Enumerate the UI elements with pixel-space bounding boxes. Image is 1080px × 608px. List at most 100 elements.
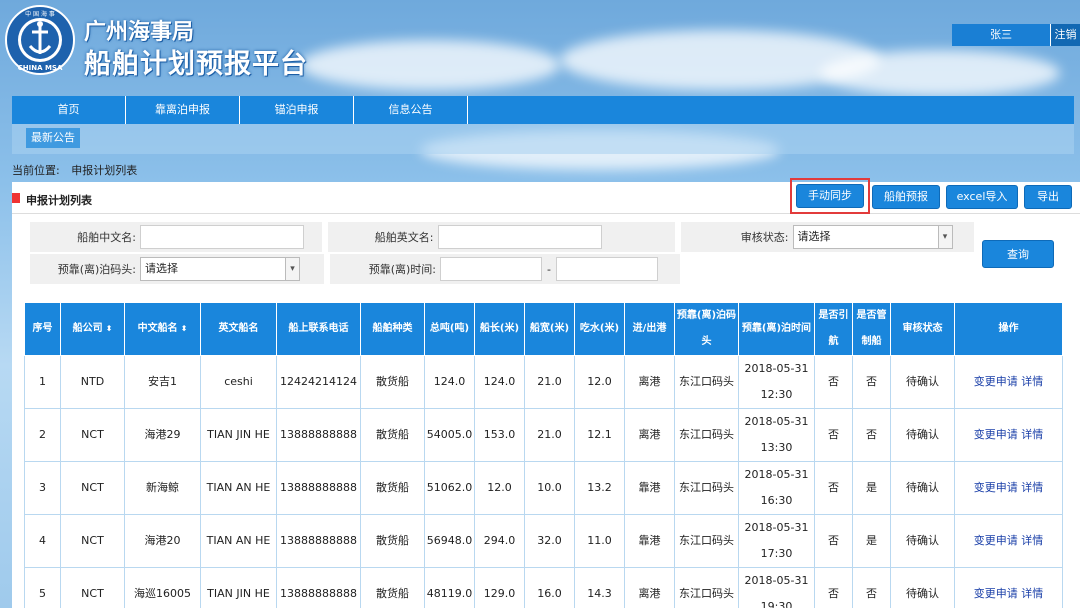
column-header[interactable]: 中文船名 ⬍: [124, 302, 201, 356]
brand-line2: 船舶计划预报平台: [84, 49, 308, 80]
chevron-down-icon: ▾: [937, 226, 952, 248]
column-header-label: 总吨(吨): [429, 323, 470, 334]
cell-phone: 13888888888: [276, 408, 361, 462]
cn-name-input[interactable]: [140, 225, 304, 249]
detail-link[interactable]: 详情: [1021, 428, 1043, 441]
cell-datetime: 2018-05-31 12:30: [738, 355, 815, 409]
nav-item-anchor-declare[interactable]: 锚泊申报: [240, 96, 354, 124]
cell-no: 4: [24, 514, 61, 568]
cell-datetime: 2018-05-31 13:30: [738, 408, 815, 462]
column-header: 进/出港: [624, 302, 675, 356]
detail-link[interactable]: 详情: [1021, 587, 1043, 600]
cell-status: 待确认: [890, 355, 955, 409]
logo-bottom-text: CHINA MSA: [18, 64, 63, 72]
column-header-label: 进/出港: [632, 323, 667, 334]
cell-no: 3: [24, 461, 61, 515]
status-select[interactable]: 请选择 ▾: [792, 225, 953, 249]
column-header: 操作: [954, 302, 1063, 356]
column-header[interactable]: 船公司 ⬍: [60, 302, 125, 356]
change-request-link[interactable]: 变更申请: [974, 428, 1018, 441]
nav-item-home[interactable]: 首页: [12, 96, 126, 124]
cell-actions: 变更申请 详情: [954, 567, 1063, 608]
cell-draft: 14.3: [574, 567, 625, 608]
title-marker-icon: [12, 193, 20, 203]
cloud-decoration: [300, 40, 560, 90]
time-from-input[interactable]: [440, 257, 542, 281]
user-name[interactable]: 张三: [952, 24, 1050, 46]
column-header: 船长(米): [474, 302, 525, 356]
ship-forecast-button[interactable]: 船舶预报: [872, 185, 940, 209]
filter-berth: 预靠(离)泊码头: 请选择 ▾: [30, 254, 324, 284]
cell-tonnage: 124.0: [424, 355, 475, 409]
nav-item-announcements[interactable]: 信息公告: [354, 96, 468, 124]
table-row: 4 NCT 海港20 TIAN AN HE 13888888888 散货船 56948.0 2…: [24, 514, 1063, 568]
cell-width: 10.0: [524, 461, 575, 515]
column-header: 预靠(离)泊码头: [674, 302, 739, 356]
cell-tonnage: 56948.0: [424, 514, 475, 568]
cell-berth: 东江口码头: [674, 408, 739, 462]
cell-pilot: 否: [814, 514, 853, 568]
detail-link[interactable]: 详情: [1021, 375, 1043, 388]
berth-select[interactable]: 请选择 ▾: [140, 257, 300, 281]
detail-link[interactable]: 详情: [1021, 534, 1043, 547]
time-separator: -: [547, 262, 551, 276]
cell-no: 2: [24, 408, 61, 462]
logout-button[interactable]: 注销: [1050, 24, 1080, 46]
cell-pilot: 否: [814, 355, 853, 409]
change-request-link[interactable]: 变更申请: [974, 534, 1018, 547]
query-button[interactable]: 查询: [982, 240, 1054, 268]
column-header-label: 船长(米): [479, 323, 520, 334]
cell-cn-name: 海巡16005: [124, 567, 201, 608]
cell-date: 2018-05-31: [744, 415, 809, 428]
status-select-value: 请选择: [797, 230, 831, 243]
filter-row: 预靠(离)泊码头: 请选择 ▾ 预靠(离)时间: -: [30, 254, 980, 286]
change-request-link[interactable]: 变更申请: [974, 375, 1018, 388]
cell-length: 153.0: [474, 408, 525, 462]
cell-width: 21.0: [524, 355, 575, 409]
column-header: 是否引航: [814, 302, 853, 356]
table-header-row: 序号 船公司 ⬍ 中文船名 ⬍ 英文船名 船上联系电话 船舶种类 总吨(吨) 船长(米) 船宽(米)…: [24, 302, 1063, 356]
cell-width: 16.0: [524, 567, 575, 608]
sort-icon[interactable]: ⬍: [181, 324, 188, 333]
excel-import-button[interactable]: excel导入: [946, 185, 1018, 209]
export-button[interactable]: 导出: [1024, 185, 1072, 209]
cell-io: 离港: [624, 567, 675, 608]
detail-link[interactable]: 详情: [1021, 481, 1043, 494]
cell-control: 是: [852, 514, 891, 568]
column-header: 船上联系电话: [276, 302, 361, 356]
change-request-link[interactable]: 变更申请: [974, 587, 1018, 600]
cell-type: 散货船: [360, 408, 425, 462]
plan-table: 序号 船公司 ⬍ 中文船名 ⬍ 英文船名 船上联系电话 船舶种类 总吨(吨) 船长(米) 船宽(米)…: [24, 302, 1063, 608]
column-header: 预靠(离)泊时间: [738, 302, 815, 356]
cell-company: NCT: [60, 514, 125, 568]
sort-icon[interactable]: ⬍: [106, 324, 113, 333]
column-header-label: 审核状态: [902, 323, 943, 334]
table-row: 3 NCT 新海鲸 TIAN AN HE 13888888888 散货船 51062.0 12…: [24, 461, 1063, 515]
change-request-link[interactable]: 变更申请: [974, 481, 1018, 494]
chevron-down-icon: ▾: [285, 258, 299, 280]
column-header: 总吨(吨): [424, 302, 475, 356]
column-header: 船宽(米): [524, 302, 575, 356]
filter-time: 预靠(离)时间: -: [330, 254, 680, 284]
column-header-label: 预靠(离)泊时间: [741, 323, 812, 334]
cell-io: 离港: [624, 408, 675, 462]
manual-sync-button[interactable]: 手动同步: [796, 184, 864, 208]
cell-tonnage: 48119.0: [424, 567, 475, 608]
cell-type: 散货船: [360, 461, 425, 515]
cell-control: 否: [852, 408, 891, 462]
cell-pilot: 否: [814, 408, 853, 462]
en-name-input[interactable]: [437, 225, 602, 249]
table-row: 5 NCT 海巡16005 TIAN JIN HE 13888888888 散货船 4811…: [24, 567, 1063, 608]
cell-cn-name: 安吉1: [124, 355, 201, 409]
column-header: 英文船名: [200, 302, 277, 356]
cell-company: NCT: [60, 461, 125, 515]
column-header: 序号: [24, 302, 61, 356]
toolbar: 手动同步 船舶预报 excel导入 导出: [790, 178, 1072, 214]
cell-tonnage: 54005.0: [424, 408, 475, 462]
cell-berth: 东江口码头: [674, 461, 739, 515]
time-to-input[interactable]: [556, 257, 658, 281]
latest-notice-tab[interactable]: 最新公告: [26, 128, 80, 148]
cell-datetime: 2018-05-31 17:30: [738, 514, 815, 568]
filter-en-name: 船舶英文名:: [327, 222, 675, 252]
nav-item-berth-declare[interactable]: 靠离泊申报: [126, 96, 240, 124]
